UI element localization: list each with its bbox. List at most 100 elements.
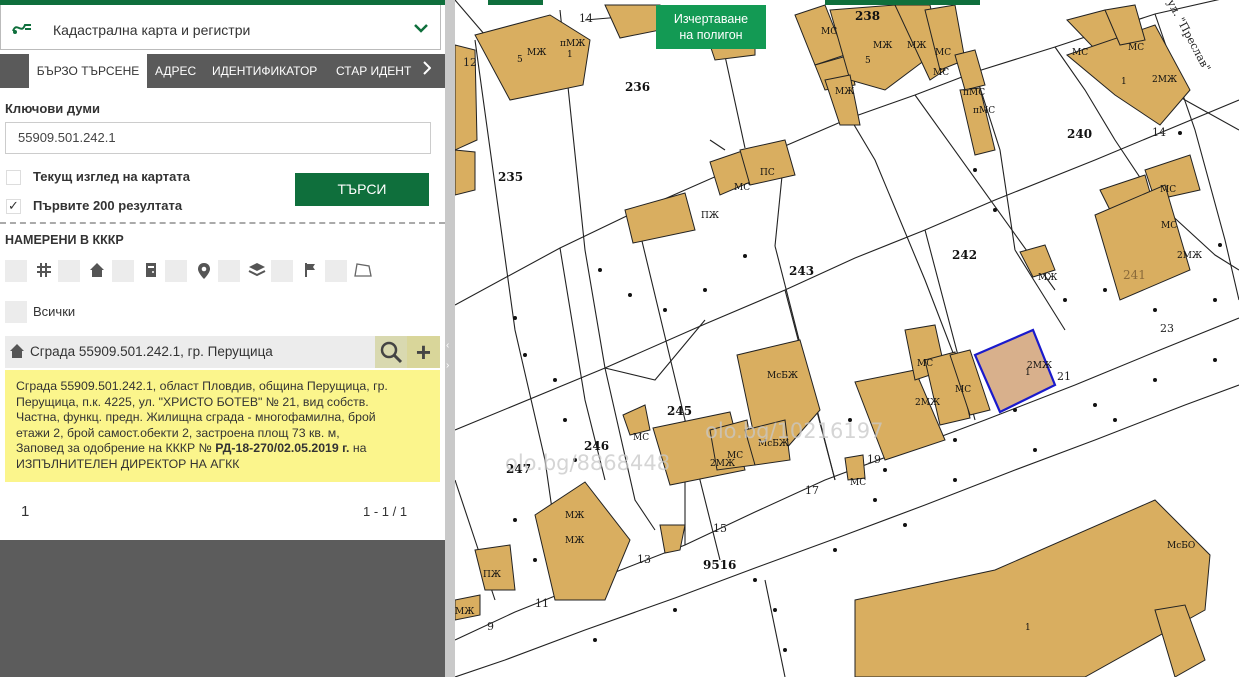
search-button[interactable]: ТЪРСИ — [295, 173, 429, 206]
toolbar-strip[interactable] — [488, 0, 543, 5]
watermark: olo.bg/10216197 — [705, 419, 883, 443]
panel-title: Кадастрална карта и регистри — [53, 22, 251, 38]
svg-text:пМЖ: пМЖ — [560, 39, 585, 49]
svg-text:240: 240 — [1067, 127, 1092, 141]
chevron-left-icon[interactable]: ‹ — [446, 340, 449, 351]
result-row[interactable]: Сграда 55909.501.242.1, гр. Перущица — [5, 336, 375, 368]
page-number[interactable]: 1 — [21, 503, 29, 520]
svg-text:МС: МС — [917, 359, 933, 369]
tab-old-identifier[interactable]: СТАР ИДЕНТ — [336, 54, 411, 88]
search-tabs: БЪРЗО ТЪРСЕНЕ АДРЕС ИДЕНТИФИКАТОР СТАР И… — [0, 54, 445, 88]
unit-icon[interactable] — [140, 262, 162, 280]
filter-toggle[interactable] — [58, 260, 80, 282]
svg-text:МЖ: МЖ — [907, 41, 926, 51]
svg-text:14: 14 — [579, 12, 593, 25]
svg-text:МЖ: МЖ — [835, 87, 854, 97]
divider — [0, 222, 445, 224]
svg-text:19: 19 — [867, 453, 881, 466]
chevron-right-icon[interactable] — [422, 61, 432, 79]
svg-text:МЖ: МЖ — [873, 41, 892, 51]
svg-text:1: 1 — [1025, 368, 1031, 378]
svg-text:12: 12 — [463, 56, 477, 69]
filter-toggle[interactable] — [325, 260, 347, 282]
all-toggle[interactable] — [5, 301, 27, 323]
svg-text:ПЖ: ПЖ — [701, 211, 719, 221]
svg-text:21: 21 — [1057, 370, 1071, 383]
svg-text:241: 241 — [1123, 268, 1146, 282]
search-icon — [380, 341, 403, 364]
svg-text:пМС: пМС — [963, 88, 985, 98]
svg-text:2МЖ: 2МЖ — [1027, 361, 1052, 371]
svg-text:МС: МС — [955, 385, 971, 395]
flag-icon[interactable] — [299, 262, 321, 280]
found-header: НАМЕРЕНИ В КККР — [5, 233, 124, 247]
panel-collapse-handle[interactable]: ‹ › — [445, 0, 455, 677]
parcel-numbers: 236 238 235 240 242 243 245 246 247 9516… — [498, 9, 1146, 572]
current-view-checkbox[interactable] — [6, 170, 21, 185]
watermark: olo.bg/8868448 — [505, 451, 670, 475]
svg-text:2МЖ: 2МЖ — [1177, 251, 1202, 261]
tab-address[interactable]: АДРЕС — [155, 54, 196, 88]
svg-text:13: 13 — [637, 553, 651, 566]
svg-text:243: 243 — [789, 264, 814, 278]
svg-text:245: 245 — [667, 404, 692, 418]
chevron-down-icon[interactable] — [414, 20, 428, 36]
tab-quick-search[interactable]: БЪРЗО ТЪРСЕНЕ — [29, 54, 147, 88]
filter-toggle[interactable] — [165, 260, 187, 282]
location-pin-icon[interactable] — [193, 262, 215, 280]
svg-text:МС: МС — [1160, 185, 1176, 195]
draw-polygon-button[interactable]: Изчертаване на полигон — [656, 5, 766, 49]
svg-text:ПЖ: ПЖ — [483, 570, 501, 580]
first-200-checkbox[interactable]: ✓ — [6, 199, 21, 214]
parcel-grid-icon[interactable] — [33, 262, 55, 280]
svg-text:17: 17 — [805, 484, 819, 497]
svg-text:1: 1 — [567, 50, 573, 60]
svg-text:МС: МС — [633, 433, 649, 443]
svg-text:пМС: пМС — [973, 106, 995, 116]
keywords-input[interactable]: 55909.501.242.1 — [5, 122, 431, 154]
result-details: Сграда 55909.501.242.1, област Пловдив, … — [5, 370, 440, 482]
home-icon — [9, 343, 25, 362]
map-canvas[interactable]: .pl{fill:none;stroke:#222;stroke-width:1… — [455, 0, 1239, 677]
building-icon[interactable] — [86, 262, 108, 280]
tab-identifier[interactable]: ИДЕНТИФИКАТОР — [212, 54, 317, 88]
svg-text:МЖ: МЖ — [565, 536, 584, 546]
svg-text:МсБЖ: МсБЖ — [767, 371, 798, 381]
svg-text:МсБО: МсБО — [1167, 541, 1195, 551]
svg-text:МС: МС — [850, 478, 866, 488]
cadastral-map[interactable]: .pl{fill:none;stroke:#222;stroke-width:1… — [455, 0, 1239, 677]
first-200-label: Първите 200 резултата — [33, 198, 183, 213]
svg-text:МЖ: МЖ — [455, 607, 474, 617]
svg-text:ПС: ПС — [760, 168, 775, 178]
current-view-label: Текущ изглед на картата — [33, 169, 190, 184]
svg-text:МС: МС — [933, 68, 949, 78]
filter-toggle[interactable] — [271, 260, 293, 282]
filter-toggle[interactable] — [112, 260, 134, 282]
keywords-label: Ключови думи — [5, 101, 100, 116]
zoom-to-result-button[interactable] — [375, 336, 407, 368]
svg-text:МС: МС — [821, 27, 837, 37]
svg-text:14: 14 — [1152, 126, 1166, 139]
svg-text:МС: МС — [1128, 43, 1144, 53]
cadastre-logo-icon — [11, 17, 33, 42]
svg-text:5: 5 — [517, 55, 523, 65]
polygon-icon[interactable] — [352, 262, 374, 280]
svg-text:238: 238 — [855, 9, 880, 23]
filter-toggle[interactable] — [5, 260, 27, 282]
all-label: Всички — [33, 304, 76, 319]
toolbar-strip[interactable] — [825, 0, 980, 5]
add-result-button[interactable]: + — [407, 336, 440, 368]
result-title: Сграда 55909.501.242.1, гр. Перущица — [30, 344, 273, 359]
chevron-right-icon[interactable]: › — [446, 360, 449, 371]
svg-text:МЖ: МЖ — [1038, 273, 1057, 283]
svg-text:11: 11 — [535, 597, 549, 610]
svg-text:9: 9 — [487, 620, 494, 633]
svg-text:9516: 9516 — [703, 558, 736, 572]
svg-text:235: 235 — [498, 170, 523, 184]
panel-header[interactable]: Кадастрална карта и регистри — [0, 5, 441, 50]
filter-toggle[interactable] — [218, 260, 240, 282]
svg-text:5: 5 — [865, 56, 871, 66]
svg-text:МС: МС — [734, 183, 750, 193]
layers-icon[interactable] — [246, 262, 268, 280]
svg-text:МС: МС — [727, 451, 743, 461]
